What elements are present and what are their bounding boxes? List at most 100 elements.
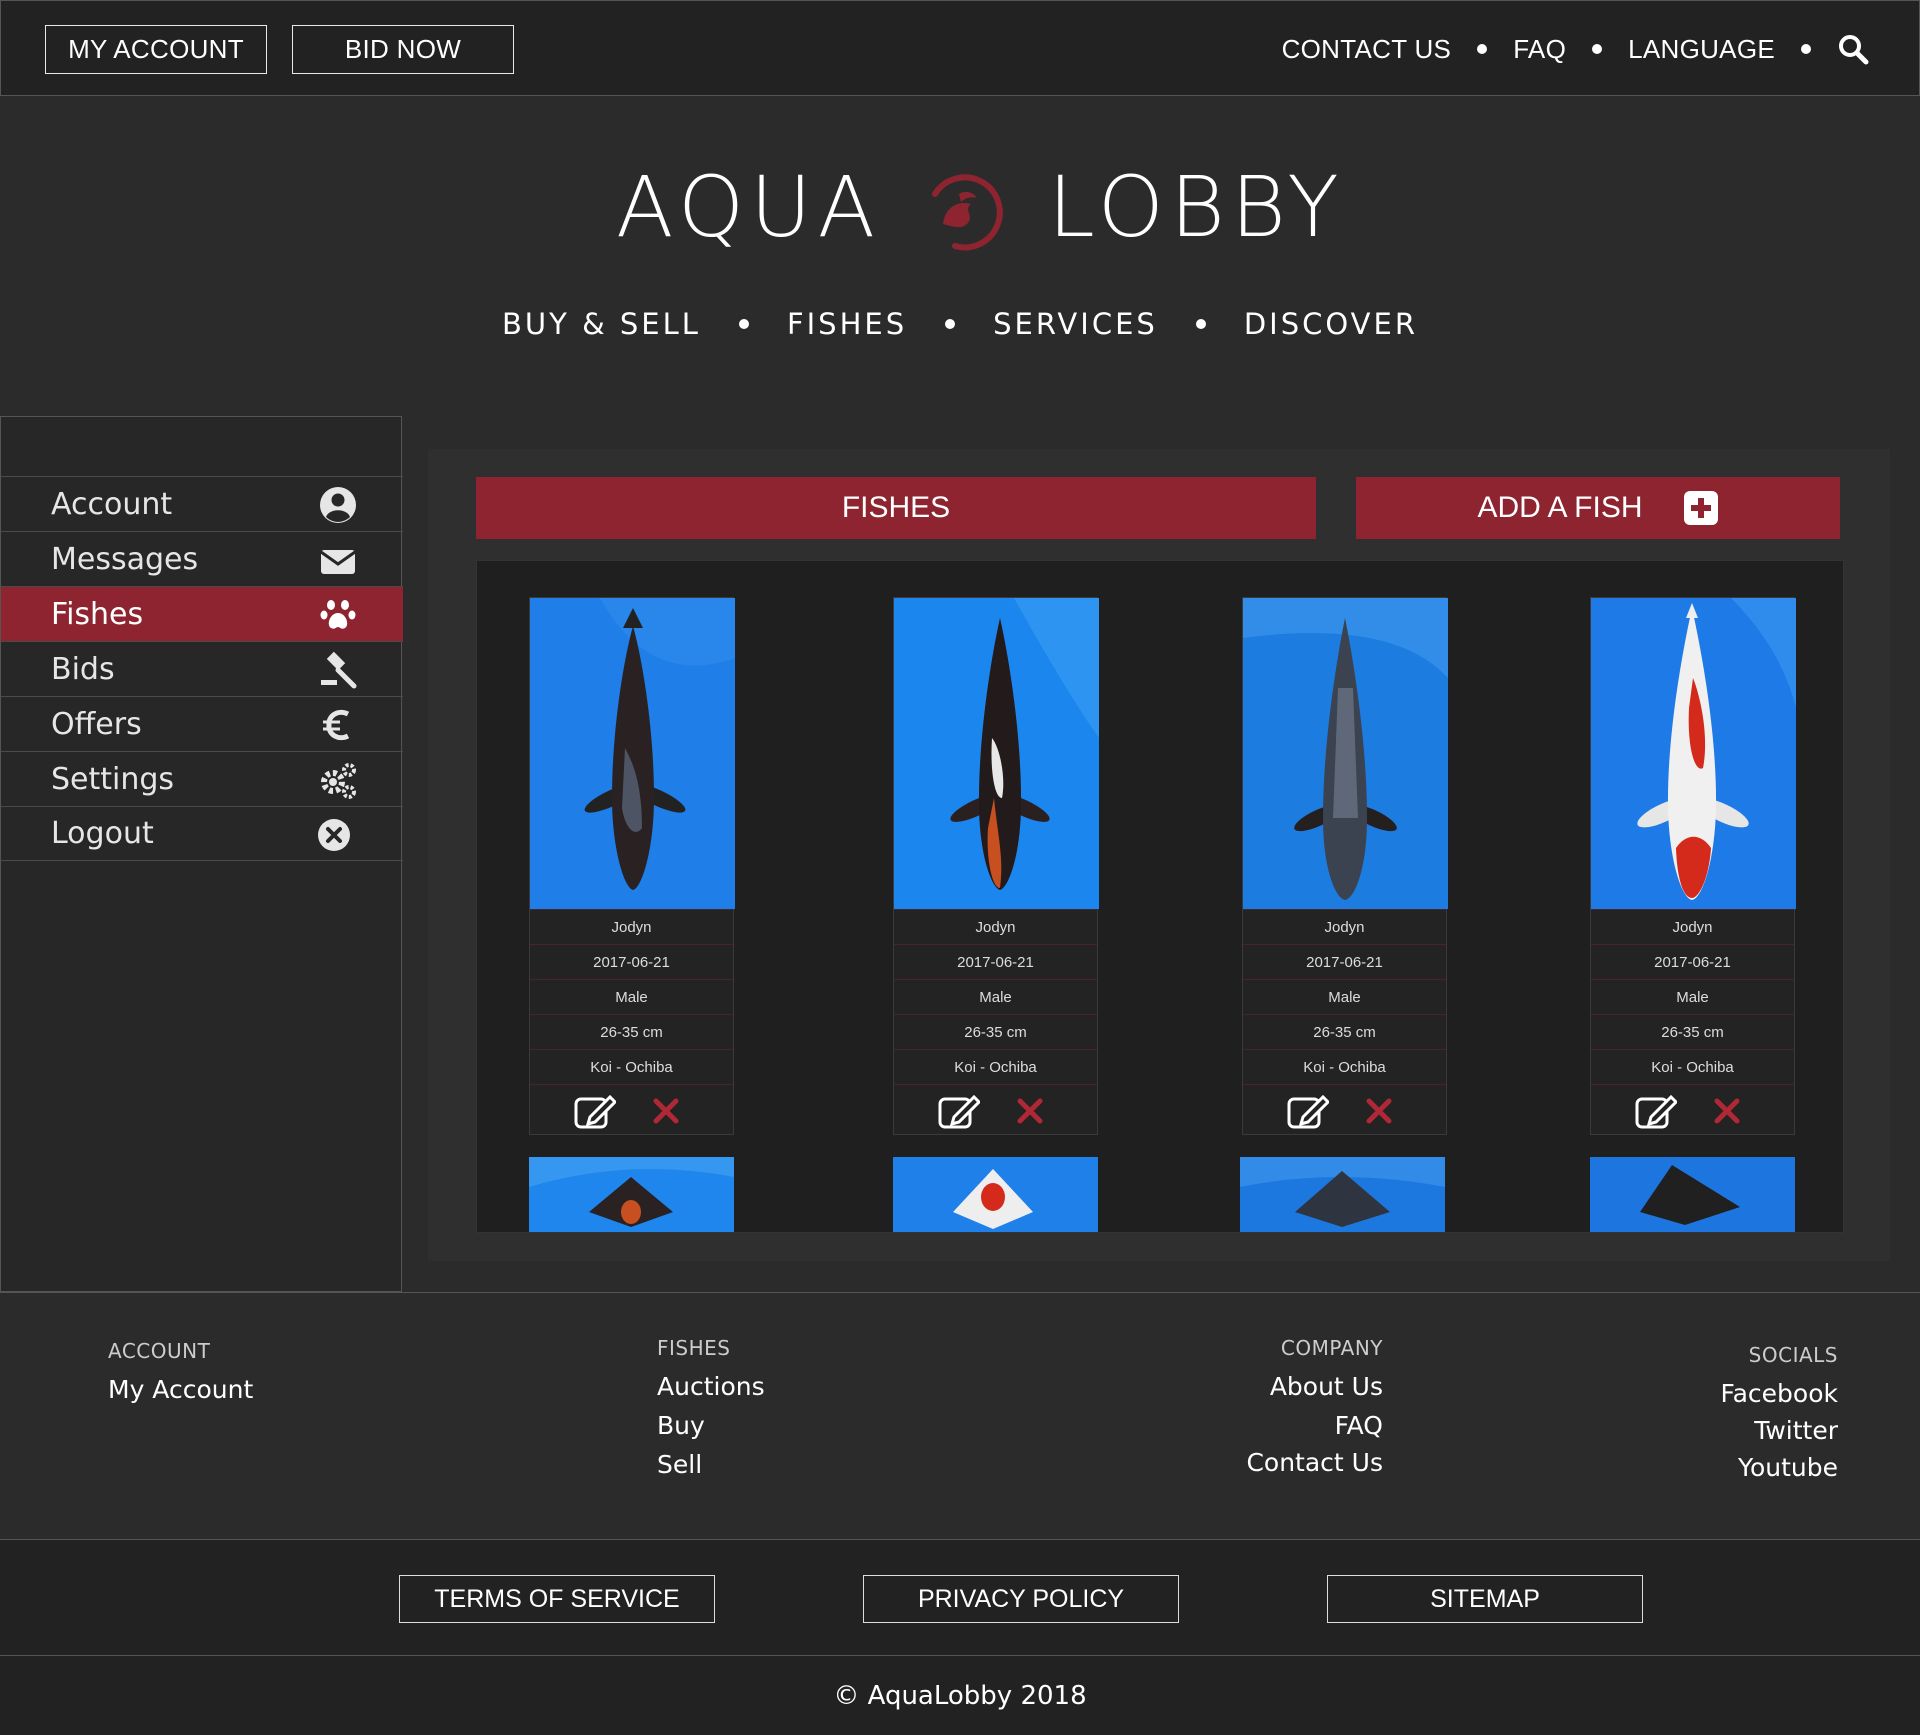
sidebar-item-label: Logout	[51, 816, 154, 851]
sidebar-item-offers[interactable]: Offers	[1, 696, 403, 751]
delete-icon[interactable]	[1713, 1097, 1741, 1125]
separator-dot	[738, 319, 749, 329]
sidebar: Account Messages Fishes Bids Offers Sett…	[0, 416, 403, 1292]
footer-link-sell[interactable]: Sell	[657, 1450, 765, 1479]
fish-photo[interactable]	[1590, 1157, 1795, 1233]
fish-photo[interactable]	[894, 598, 1099, 909]
separator-dot	[1801, 44, 1811, 54]
owner-cell: Jodyn	[530, 909, 733, 944]
delete-icon[interactable]	[652, 1097, 680, 1125]
footer-link-my-account[interactable]: My Account	[108, 1375, 253, 1404]
sidebar-item-label: Account	[51, 486, 173, 522]
fish-card[interactable]: Jodyn 2017-06-21 Male 26-35 cm Koi - Och…	[529, 597, 735, 1135]
card-actions	[1243, 1084, 1446, 1134]
footer-link-about-us[interactable]: About Us	[1246, 1372, 1383, 1401]
koi-logo-icon	[932, 174, 1003, 251]
footer: ACCOUNT My Account FISHES Auctions Buy S…	[0, 1292, 1920, 1539]
faq-link[interactable]: FAQ	[1513, 34, 1566, 65]
top-bar: MY ACCOUNT BID NOW CONTACT US FAQ LANGUA…	[0, 0, 1920, 96]
footer-company-column: COMPANY About Us FAQ Contact Us	[1246, 1336, 1383, 1477]
fish-grid: Jodyn 2017-06-21 Male 26-35 cm Koi - Och…	[476, 560, 1844, 1233]
size-cell: 26-35 cm	[1591, 1014, 1794, 1049]
fish-photo[interactable]	[1243, 598, 1448, 909]
date-cell: 2017-06-21	[1591, 944, 1794, 979]
fish-photo[interactable]	[1591, 598, 1796, 909]
footer-account-column: ACCOUNT My Account	[108, 1339, 253, 1404]
sitemap-button[interactable]: SITEMAP	[1327, 1575, 1643, 1623]
sidebar-item-fishes[interactable]: Fishes	[1, 586, 403, 641]
variety-cell: Koi - Ochiba	[894, 1049, 1097, 1084]
language-link[interactable]: LANGUAGE	[1628, 34, 1775, 65]
delete-icon[interactable]	[1365, 1097, 1393, 1125]
fish-photo[interactable]	[530, 598, 735, 909]
footer-heading: COMPANY	[1280, 1336, 1383, 1360]
fishes-tab[interactable]: FISHES	[476, 477, 1316, 539]
size-cell: 26-35 cm	[894, 1014, 1097, 1049]
search-icon[interactable]	[1837, 33, 1869, 65]
add-fish-button[interactable]: ADD A FISH	[1356, 477, 1840, 539]
date-cell: 2017-06-21	[530, 944, 733, 979]
footer-heading: SOCIALS	[1748, 1343, 1838, 1367]
delete-icon[interactable]	[1016, 1097, 1044, 1125]
card-actions	[530, 1084, 733, 1134]
terms-of-service-button[interactable]: TERMS OF SERVICE	[399, 1575, 715, 1623]
brand-logo[interactable]: AQUA LOBBY	[0, 158, 1920, 258]
size-cell: 26-35 cm	[530, 1014, 733, 1049]
variety-cell: Koi - Ochiba	[1591, 1049, 1794, 1084]
nav-fishes[interactable]: FISHES	[787, 307, 907, 341]
edit-icon[interactable]	[938, 1093, 980, 1129]
euro-icon	[323, 709, 350, 741]
nav-discover[interactable]: DISCOVER	[1244, 307, 1418, 341]
separator-dot	[945, 319, 956, 329]
footer-link-contact-us[interactable]: Contact Us	[1246, 1448, 1383, 1477]
fish-card[interactable]: Jodyn 2017-06-21 Male 26-35 cm Koi - Och…	[893, 597, 1099, 1135]
card-actions	[1591, 1084, 1794, 1134]
sidebar-item-account[interactable]: Account	[1, 476, 403, 531]
date-cell: 2017-06-21	[894, 944, 1097, 979]
footer-fishes-column: FISHES Auctions Buy Sell	[657, 1336, 765, 1479]
sex-cell: Male	[1591, 979, 1794, 1014]
sex-cell: Male	[894, 979, 1097, 1014]
sidebar-item-label: Offers	[51, 706, 142, 742]
sidebar-item-logout[interactable]: Logout	[1, 806, 403, 861]
separator-dot	[1592, 44, 1603, 54]
footer-link-auctions[interactable]: Auctions	[657, 1372, 765, 1401]
footer-heading: ACCOUNT	[108, 1339, 211, 1363]
brand-word-lobby: LOBBY	[1048, 158, 1345, 256]
footer-link-youtube[interactable]: Youtube	[1721, 1453, 1838, 1482]
edit-icon[interactable]	[1635, 1093, 1677, 1129]
sidebar-item-label: Fishes	[51, 596, 144, 632]
fish-photo[interactable]	[529, 1157, 734, 1233]
sex-cell: Male	[530, 979, 733, 1014]
footer-link-faq[interactable]: FAQ	[1246, 1411, 1383, 1440]
sex-cell: Male	[1243, 979, 1446, 1014]
brand-word-aqua: AQUA	[616, 158, 882, 256]
close-circle-icon	[318, 819, 350, 851]
sidebar-item-messages[interactable]: Messages	[1, 531, 403, 586]
plus-square-icon	[1683, 491, 1718, 525]
footer-link-twitter[interactable]: Twitter	[1721, 1416, 1838, 1445]
separator-dot	[1477, 44, 1488, 54]
footer-link-buy[interactable]: Buy	[657, 1411, 765, 1440]
bid-now-button[interactable]: BID NOW	[292, 25, 514, 74]
nav-buy-sell[interactable]: BUY & SELL	[502, 307, 701, 341]
fish-card[interactable]: Jodyn 2017-06-21 Male 26-35 cm Koi - Och…	[1590, 597, 1796, 1135]
contact-us-link[interactable]: CONTACT US	[1282, 34, 1452, 65]
variety-cell: Koi - Ochiba	[1243, 1049, 1446, 1084]
owner-cell: Jodyn	[1243, 909, 1446, 944]
fish-photo[interactable]	[1240, 1157, 1445, 1233]
fish-card[interactable]: Jodyn 2017-06-21 Male 26-35 cm Koi - Och…	[1242, 597, 1448, 1135]
my-account-button[interactable]: MY ACCOUNT	[45, 25, 267, 74]
sidebar-item-label: Bids	[51, 651, 115, 687]
copyright-text: © AquaLobby 2018	[833, 1680, 1087, 1711]
fish-photo[interactable]	[893, 1157, 1098, 1233]
edit-icon[interactable]	[574, 1093, 616, 1129]
edit-icon[interactable]	[1287, 1093, 1329, 1129]
sidebar-item-settings[interactable]: Settings	[1, 751, 403, 806]
nav-services[interactable]: SERVICES	[993, 307, 1158, 341]
privacy-policy-button[interactable]: PRIVACY POLICY	[863, 1575, 1179, 1623]
user-circle-icon	[320, 487, 356, 523]
sidebar-item-bids[interactable]: Bids	[1, 641, 403, 696]
variety-cell: Koi - Ochiba	[530, 1049, 733, 1084]
footer-link-facebook[interactable]: Facebook	[1721, 1379, 1838, 1408]
